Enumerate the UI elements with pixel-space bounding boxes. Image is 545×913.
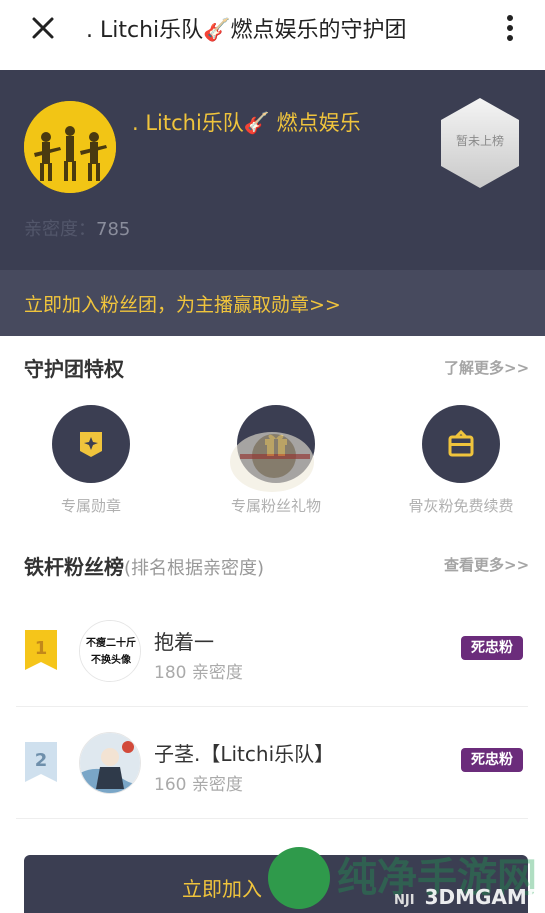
badge-icon xyxy=(80,432,102,457)
site-logo-icon xyxy=(268,847,330,909)
rank-1-ribbon-icon: 1 xyxy=(25,630,57,670)
intimacy-info: 亲密度：785 xyxy=(24,215,130,241)
privilege-label: 专属勋章 xyxy=(60,497,121,515)
renew-gift-box-icon xyxy=(448,429,474,457)
privileges-title: 守护团特权 xyxy=(24,357,124,381)
rank-status: 暂未上榜 xyxy=(455,134,504,148)
list-item[interactable]: 1 不瘦二十斤 不换头像 抱着一 180 亲密度 死忠粉 xyxy=(0,598,545,710)
avatar-text: 不换头像 xyxy=(91,653,132,666)
streamer-name: . Litchi乐队🎸 燃点娱乐 xyxy=(132,111,361,135)
fan-name: 抱着一 xyxy=(154,630,214,654)
intimacy-label: 亲密度： xyxy=(24,219,96,240)
privilege-renew[interactable]: 骨灰粉免费续费 xyxy=(386,405,536,516)
watermark-brand-text: 3DMGAME xyxy=(424,885,541,909)
page-title: . Litchi乐队🎸燃点娱乐的守护团 xyxy=(86,18,407,43)
fan-level-badge: 死忠粉 xyxy=(461,636,523,660)
privilege-label: 骨灰粉免费续费 xyxy=(408,497,514,515)
divider xyxy=(16,818,528,819)
close-icon[interactable] xyxy=(30,15,56,41)
fan-level-badge: 死忠粉 xyxy=(461,748,523,772)
fans-title: 铁杆粉丝榜(排名根据亲密度) xyxy=(24,551,264,580)
list-item[interactable]: 2 子茎.【Litchi乐队】 160 亲密度 死忠粉 xyxy=(0,710,545,822)
rank-number: 2 xyxy=(35,750,48,771)
fans-more-link[interactable]: 查看更多>> xyxy=(444,554,529,575)
rank-hexagon: 暂未上榜 xyxy=(437,96,523,190)
avatar[interactable]: 不瘦二十斤 不换头像 xyxy=(79,620,141,682)
fan-score: 180 亲密度 xyxy=(154,663,243,683)
avatar[interactable] xyxy=(79,732,141,794)
join-fanclub-text: 立即加入粉丝团，为主播赢取勋章>> xyxy=(24,294,341,316)
avatar-text: 不瘦二十斤 xyxy=(86,636,136,649)
intimacy-value: 785 xyxy=(96,219,131,240)
fan-name: 子茎.【Litchi乐队】 xyxy=(154,742,335,766)
divider xyxy=(16,706,528,707)
band-silhouette-icon xyxy=(24,101,116,193)
privileges-more-link[interactable]: 了解更多>> xyxy=(444,357,529,378)
text-avatar-icon: 不瘦二十斤 不换头像 xyxy=(80,621,140,681)
join-fanclub-banner[interactable]: 立即加入粉丝团，为主播赢取勋章>> xyxy=(0,270,545,336)
fan-score: 160 亲密度 xyxy=(154,775,243,795)
watermark-site: 纯净手游网 NJI 3DMGAME xyxy=(262,843,545,913)
rank-2-ribbon-icon: 2 xyxy=(25,742,57,782)
streamer-header: . Litchi乐队🎸 燃点娱乐 亲密度：785 暂未上榜 xyxy=(0,70,545,270)
privilege-badge[interactable]: 专属勋章 xyxy=(16,405,166,516)
fans-title-text: 铁杆粉丝榜 xyxy=(24,555,124,579)
streamer-avatar[interactable] xyxy=(24,101,116,193)
more-vertical-icon[interactable] xyxy=(500,14,520,42)
mascot-watermark-icon xyxy=(230,432,314,492)
watermark-brand-left: NJI xyxy=(394,893,415,908)
watermark-brand: NJI 3DMGAME xyxy=(394,885,540,909)
watermark-mascot xyxy=(222,420,322,500)
illustration-avatar-icon xyxy=(80,733,140,793)
rank-number: 1 xyxy=(35,638,48,659)
fans-subtitle: (排名根据亲密度) xyxy=(124,558,265,579)
top-bar: . Litchi乐队🎸燃点娱乐的守护团 xyxy=(0,0,545,70)
